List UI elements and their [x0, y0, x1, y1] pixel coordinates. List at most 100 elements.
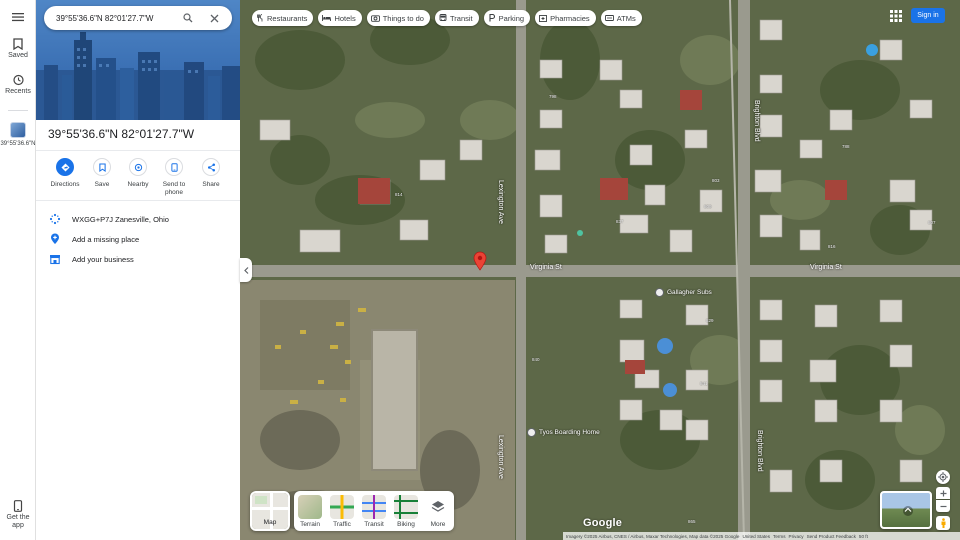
feedback-link[interactable]: Send Product Feedback [807, 534, 856, 539]
chip-label: Transit [449, 13, 473, 23]
chip-atms[interactable]: ATMs [600, 10, 642, 26]
recent-item[interactable]: 39°55'36.6"N [0, 122, 36, 148]
add-location-icon [48, 232, 62, 246]
chip-things-to-do[interactable]: Things to do [366, 10, 430, 26]
layer-more[interactable]: More [424, 495, 452, 528]
biking-thumbnail [394, 495, 418, 519]
sign-in-button[interactable]: Sign in [911, 8, 945, 23]
location-pin-icon[interactable] [473, 251, 487, 271]
street-view-preview[interactable] [880, 491, 932, 529]
layer-options: Terrain Traffic Transit Biking More [294, 491, 454, 531]
chip-label: Restaurants [267, 13, 308, 23]
skyline-illustration [36, 32, 240, 120]
address-number: 814 [395, 192, 403, 197]
address-number: 865 [688, 519, 696, 524]
chip-transit[interactable]: Transit [434, 10, 479, 26]
add-business-row[interactable]: Add your business [36, 249, 240, 269]
pharmacy-icon [539, 15, 548, 22]
traffic-thumbnail [330, 495, 354, 519]
category-chips: Restaurants Hotels Things to do Transit … [252, 10, 642, 26]
map-footer: Imagery ©2025 Airbus, CNES / Airbus, Max… [563, 532, 960, 540]
layer-biking[interactable]: Biking [392, 495, 420, 528]
chip-label: Things to do [382, 13, 424, 23]
recents-label: Recents [5, 88, 31, 95]
address-number: 803 [712, 178, 720, 183]
layer-more-label: More [430, 521, 446, 528]
layers-icon [426, 495, 450, 519]
chip-label: ATMs [616, 13, 636, 23]
country-link[interactable]: United States [742, 534, 770, 539]
action-buttons: Directions Save Nearby Send to phone Sha… [36, 158, 240, 198]
street-label-lexington-bottom: Lexington Ave [497, 435, 504, 479]
left-rail: Saved Recents 39°55'36.6"N Get the app [0, 0, 36, 540]
layer-transit[interactable]: Transit [360, 495, 388, 528]
poi-tyos-boarding-home[interactable]: Tyos Boarding Home [527, 428, 600, 437]
plus-code-row[interactable]: WXGG+P7J Zanesville, Ohio [36, 209, 240, 229]
share-button[interactable]: Share [193, 158, 229, 189]
bookmark-icon [13, 38, 23, 50]
place-panel: 39°55'36.6"N 82°01'27.7"W Directions Sav… [36, 0, 240, 540]
directions-icon [56, 158, 74, 176]
chevron-left-icon [243, 266, 248, 274]
chip-restaurants[interactable]: Restaurants [252, 10, 314, 26]
transit-thumbnail [362, 495, 386, 519]
add-missing-place-text: Add a missing place [72, 234, 140, 244]
send-to-phone-label: Send to phone [162, 181, 186, 196]
share-icon [202, 158, 220, 176]
recent-item-thumbnail [10, 122, 26, 138]
address-number: 840 [532, 357, 540, 362]
address-number: 798 [549, 94, 557, 99]
share-label: Share [202, 181, 220, 188]
saved-button[interactable]: Saved [0, 38, 36, 60]
send-to-phone-button[interactable]: Send to phone [156, 158, 192, 197]
layer-traffic[interactable]: Traffic [328, 495, 356, 528]
atm-icon [604, 15, 614, 21]
terms-link[interactable]: Terms [773, 534, 786, 539]
address-number: 807 [928, 220, 936, 225]
nearby-button[interactable]: Nearby [120, 158, 156, 189]
address-number: 837 [616, 219, 624, 224]
search-icon [183, 13, 193, 23]
layer-toggle-button[interactable]: Map [250, 491, 290, 531]
title-divider [36, 150, 240, 151]
chip-parking[interactable]: Parking [483, 10, 531, 26]
clear-search-button[interactable] [204, 8, 224, 28]
pegman-icon [941, 518, 945, 528]
plus-icon [940, 490, 946, 496]
chip-pharmacies[interactable]: Pharmacies [535, 10, 596, 26]
privacy-link[interactable]: Privacy [789, 534, 804, 539]
directions-button[interactable]: Directions [47, 158, 83, 189]
get-app-label: Get the app [6, 514, 30, 529]
nearby-icon [129, 158, 147, 176]
layer-terrain[interactable]: Terrain [296, 495, 324, 528]
collapse-panel-button[interactable] [240, 258, 252, 282]
street-label-brighton-bottom: Brighton Blvd [756, 430, 763, 472]
chip-hotels[interactable]: Hotels [318, 10, 362, 26]
poi-gallagher-subs[interactable]: Gallagher Subs [655, 288, 712, 297]
street-view-icon [903, 506, 913, 516]
plus-code-text: WXGG+P7J Zanesville, Ohio [72, 214, 169, 224]
menu-button[interactable] [0, 11, 36, 23]
restaurant-icon [257, 14, 263, 22]
search-input[interactable] [56, 13, 178, 23]
terrain-thumbnail [298, 495, 322, 519]
my-location-button[interactable] [936, 470, 950, 484]
map-canvas[interactable]: Lexington Ave Lexington Ave Virginia St … [240, 0, 960, 540]
add-missing-place-row[interactable]: Add a missing place [36, 229, 240, 249]
zoom-out-button[interactable] [936, 500, 950, 512]
layer-transit-label: Transit [364, 521, 384, 528]
zoom-in-button[interactable] [936, 487, 950, 499]
google-apps-icon[interactable] [890, 10, 902, 22]
poi-label: Tyos Boarding Home [539, 429, 600, 436]
street-label-lexington-top: Lexington Ave [497, 180, 504, 224]
recents-button[interactable]: Recents [0, 74, 36, 96]
save-button[interactable]: Save [84, 158, 120, 189]
get-app-button[interactable]: Get the app [0, 500, 36, 530]
pegman-button[interactable] [936, 516, 950, 530]
search-button[interactable] [178, 8, 198, 28]
poi-label: Gallagher Subs [667, 289, 712, 296]
camera-icon [370, 15, 380, 22]
street-label-virginia-right: Virginia St [810, 264, 842, 271]
place-title: 39°55'36.6"N 82°01'27.7"W [48, 127, 195, 141]
scale-bar[interactable]: 50 ft [859, 534, 868, 539]
